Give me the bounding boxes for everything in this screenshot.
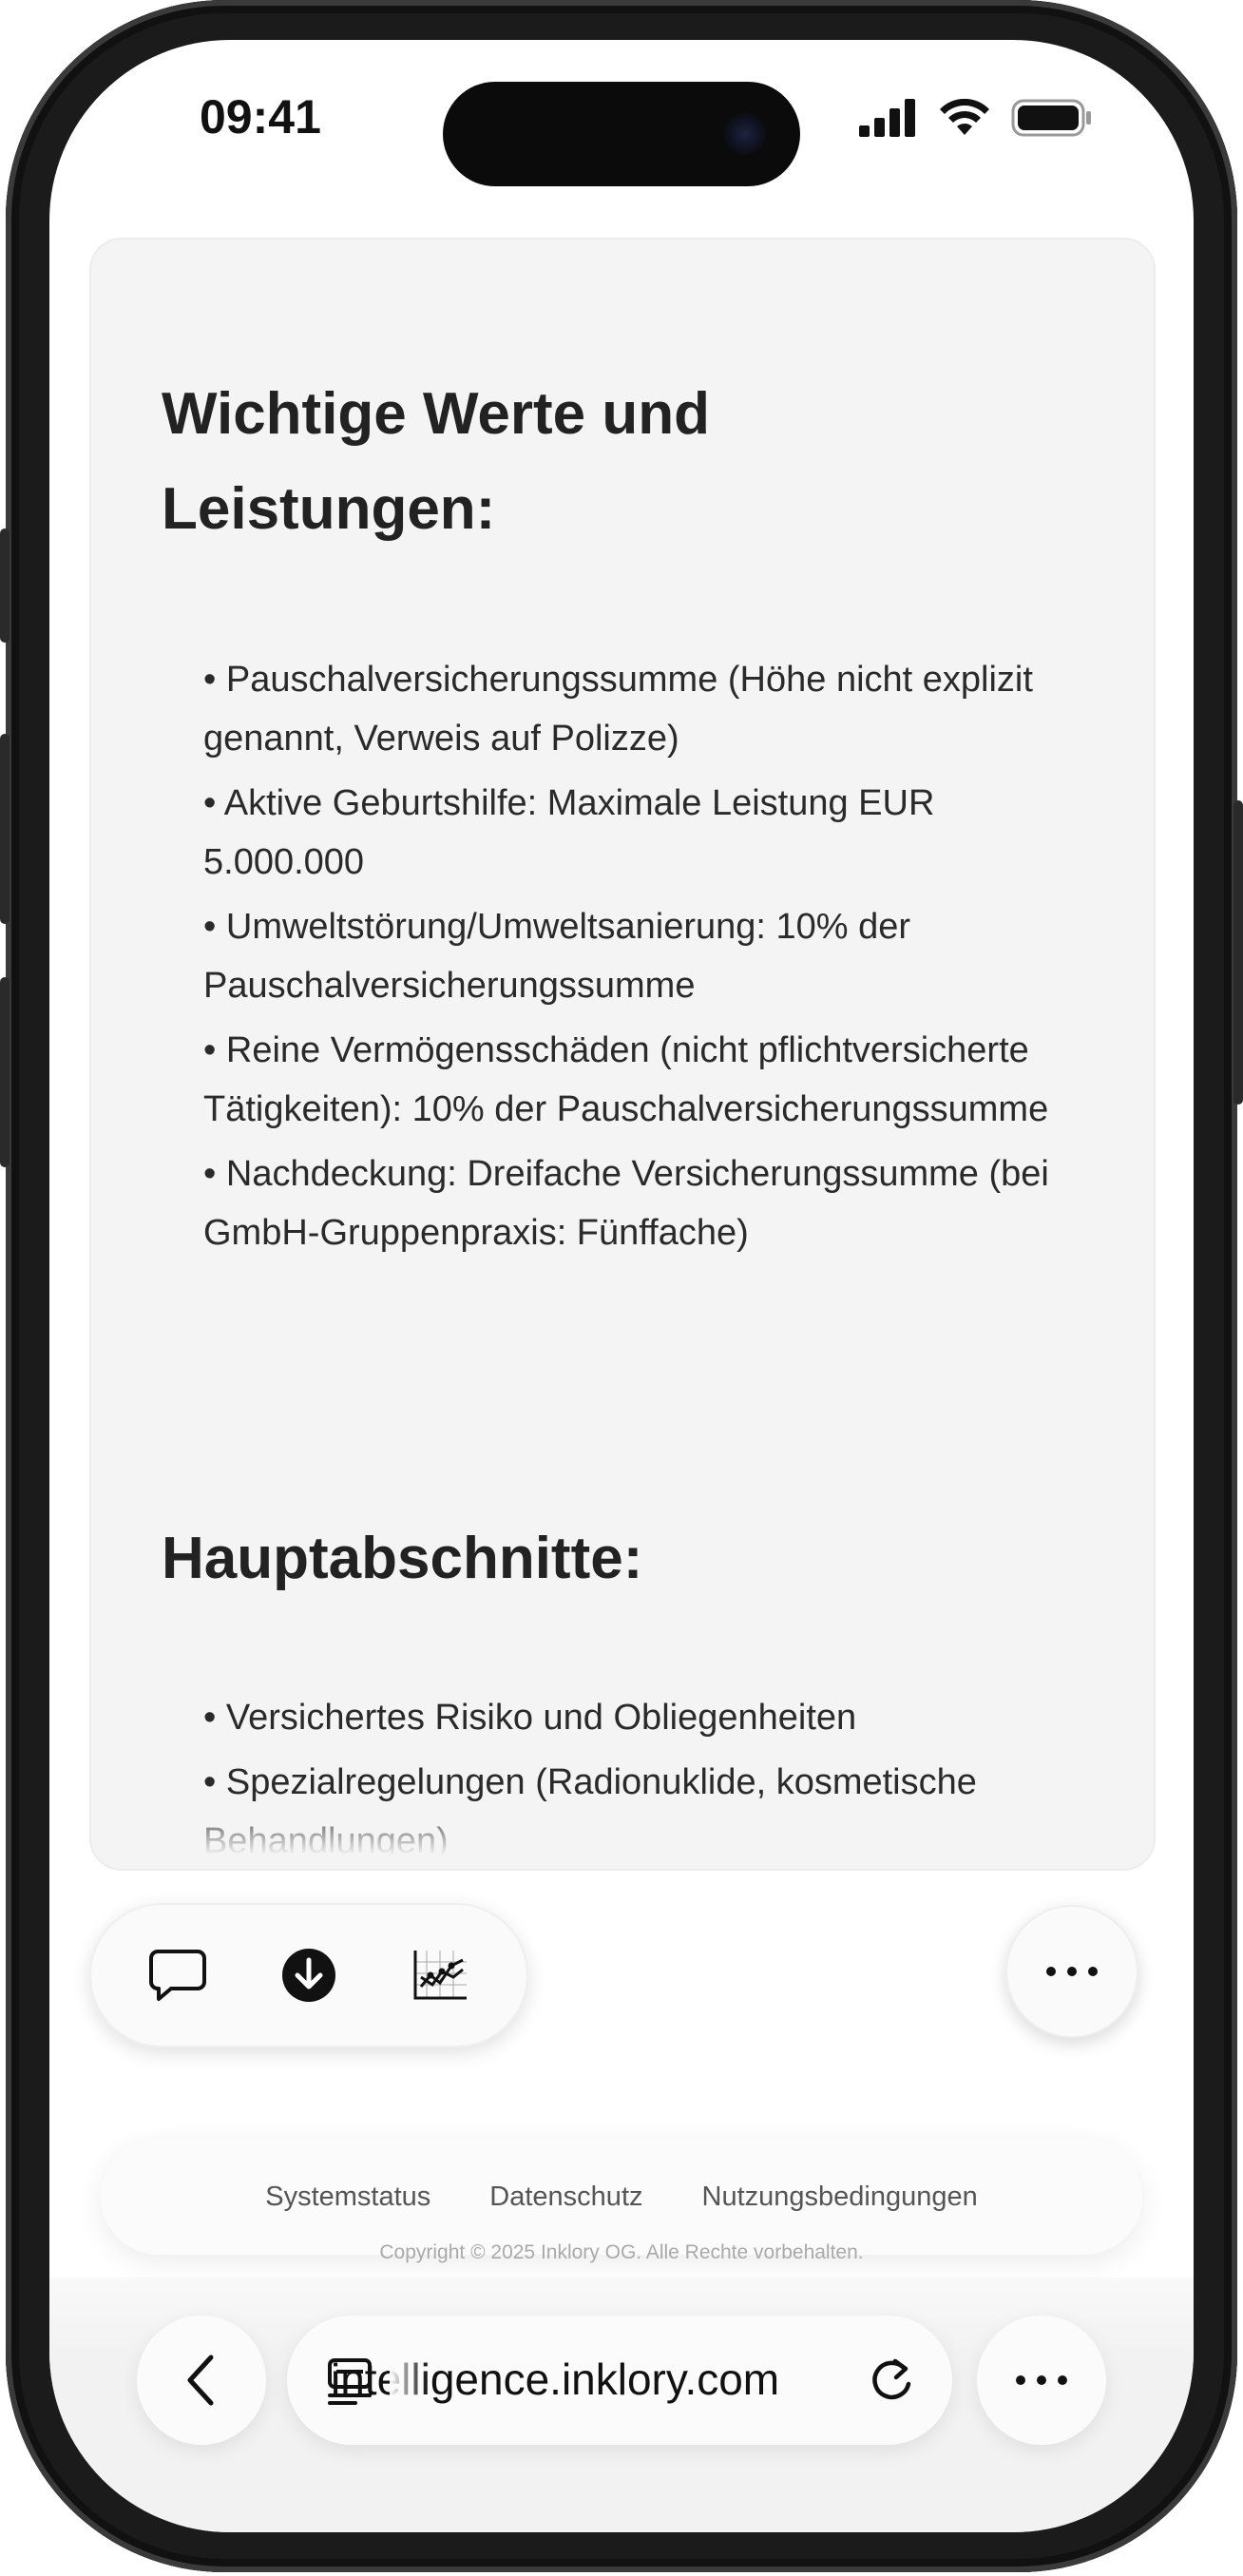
dynamic-island <box>443 82 800 186</box>
wifi-icon <box>940 99 989 135</box>
footer-links: Systemstatus Datenschutz Nutzungsbedingu… <box>101 2139 1142 2255</box>
link-systemstatus[interactable]: Systemstatus <box>265 2182 430 2213</box>
url-fade <box>390 2316 428 2445</box>
volume-up-button <box>0 734 10 924</box>
scroll-fade <box>91 1802 1154 1869</box>
action-toolbar <box>89 1903 528 2047</box>
list-item: Pauschalversicherungssumme (Höhe nicht e… <box>203 650 1059 768</box>
list-item: Reine Vermögensschäden (nicht pflichtver… <box>203 1021 1059 1139</box>
link-nutzungsbedingungen[interactable]: Nutzungsbedingungen <box>702 2182 978 2213</box>
action-button <box>0 529 10 643</box>
browser-menu-button[interactable] <box>977 2316 1106 2445</box>
list-item: Umweltstörung/Umweltsanierung: 10% der P… <box>203 897 1059 1015</box>
reload-icon[interactable] <box>867 2355 916 2405</box>
ellipsis-icon <box>1046 1967 1098 1976</box>
chat-bubble-icon <box>149 1950 206 2001</box>
ellipsis-icon <box>1016 2375 1067 2385</box>
cellular-signal-icon <box>859 99 915 137</box>
list-item: Versichertes Risiko und Obliegenheiten <box>203 1688 1059 1747</box>
chevron-left-icon <box>187 2355 214 2406</box>
list-item: Nachdeckung: Dreifache Versicherungssumm… <box>203 1144 1059 1262</box>
download-icon <box>282 1949 335 2002</box>
battery-icon <box>1011 99 1091 137</box>
screen: 09:41 Wichtige Werte und Leistungen: Pau… <box>49 40 1194 2532</box>
address-bar[interactable]: intelligence.inklory.com <box>287 2316 952 2445</box>
camera-icon <box>724 113 766 155</box>
back-button[interactable] <box>137 2316 266 2445</box>
chat-button[interactable] <box>140 1937 216 2013</box>
chart-icon <box>413 1951 467 2000</box>
power-button <box>1233 800 1243 1105</box>
values-list: Pauschalversicherungssumme (Höhe nicht e… <box>203 650 1059 1268</box>
copyright-text: Copyright © 2025 Inklory OG. Alle Rechte… <box>379 2241 864 2263</box>
status-icons <box>859 99 1093 137</box>
more-options-button[interactable] <box>1005 1905 1138 2038</box>
section-title-values: Wichtige Werte und Leistungen: <box>162 381 710 542</box>
status-time: 09:41 <box>200 90 321 144</box>
download-button[interactable] <box>271 1937 347 2013</box>
list-item: Aktive Geburtshilfe: Maximale Leistung E… <box>203 774 1059 892</box>
response-card: Wichtige Werte und Leistungen: Pauschalv… <box>89 238 1156 1871</box>
volume-down-button <box>0 977 10 1167</box>
link-datenschutz[interactable]: Datenschutz <box>489 2182 642 2213</box>
chart-button[interactable] <box>402 1937 478 2013</box>
url-text: intelligence.inklory.com <box>331 2355 780 2404</box>
section-title-sections: Hauptabschnitte: <box>162 1526 643 1591</box>
